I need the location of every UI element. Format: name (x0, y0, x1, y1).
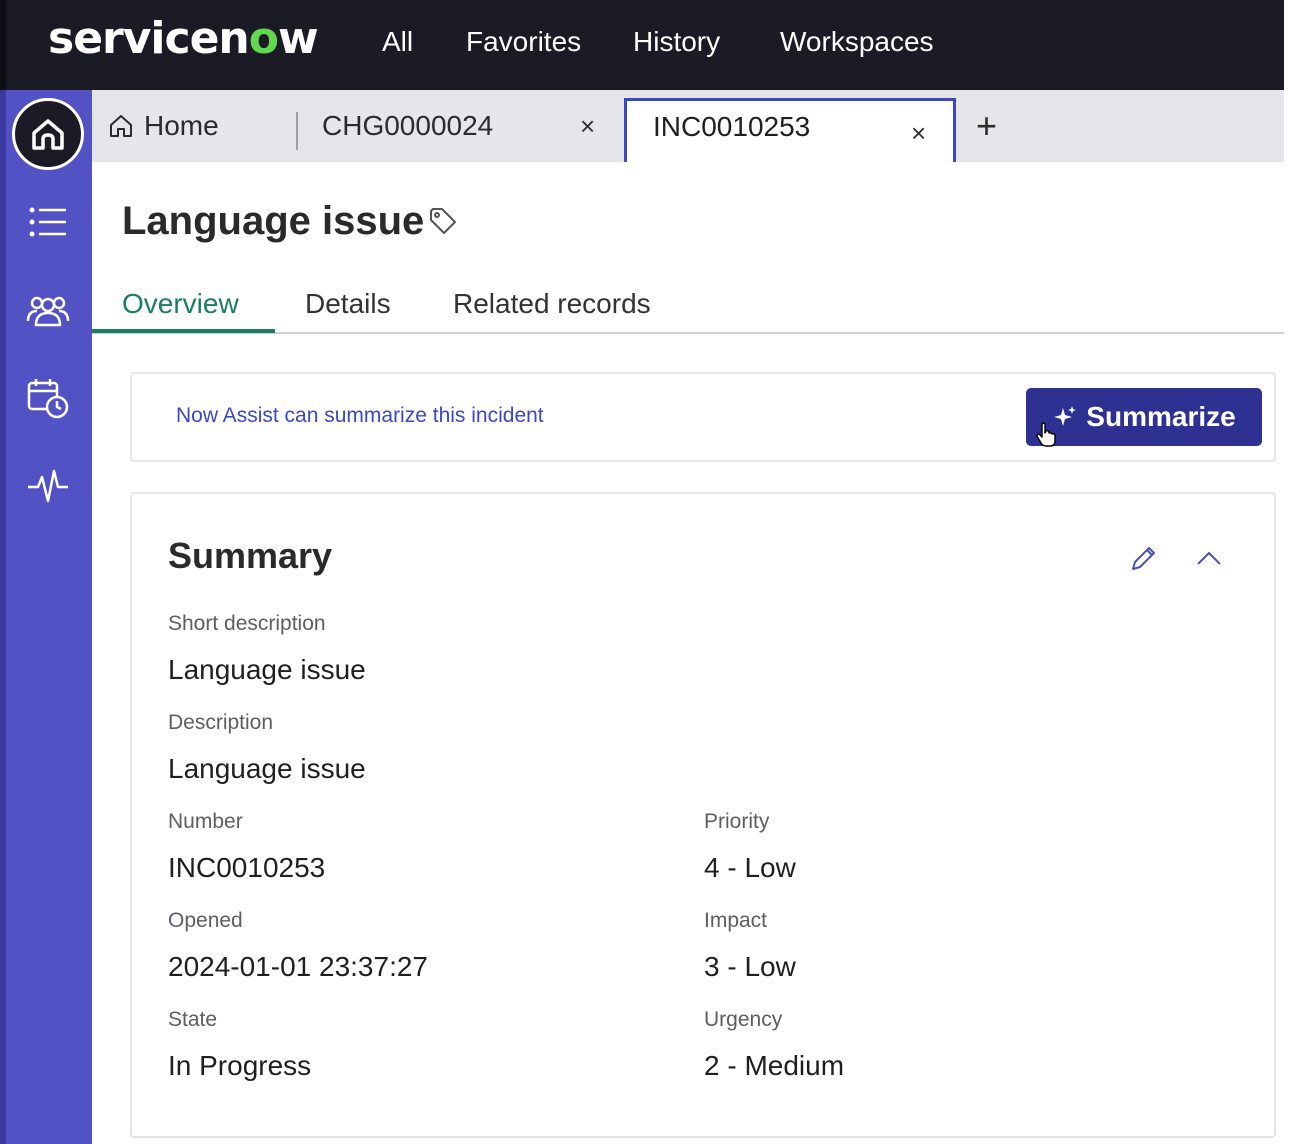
sidebar-list-button[interactable] (12, 186, 84, 258)
state-value: In Progress (168, 1050, 312, 1081)
summary-card: Summary Short description Language issue… (130, 492, 1276, 1138)
list-icon (29, 207, 66, 237)
nav-favorites[interactable]: Favorites (466, 26, 581, 58)
add-tab-button[interactable]: + (976, 108, 997, 144)
record-content: Language issue Overview Details Related … (92, 162, 1284, 1144)
tab-related-records[interactable]: Related records (453, 288, 651, 320)
close-icon[interactable]: × (911, 119, 926, 147)
number-label: Number (168, 810, 243, 833)
description-value: Language issue (168, 753, 366, 784)
record-tabs: Overview Details Related records (92, 274, 1284, 334)
tab-divider (296, 112, 298, 150)
urgency-value: 2 - Medium (704, 1050, 845, 1081)
urgency-label: Urgency (704, 1008, 783, 1031)
sidebar-groups-button[interactable] (12, 274, 84, 346)
nav-history[interactable]: History (633, 26, 720, 58)
now-assist-card: Now Assist can summarize this incident S… (130, 372, 1276, 462)
impact-value: 3 - Low (704, 951, 796, 982)
opened-label: Opened (168, 909, 243, 932)
top-navigation-bar: servicenow All Favorites History Workspa… (0, 0, 1284, 90)
close-icon[interactable]: × (580, 112, 595, 140)
page-title: Language issue (122, 199, 425, 243)
tab-inc0010253[interactable]: INC0010253 × (624, 98, 956, 162)
groups-icon (26, 296, 70, 327)
home-icon (110, 115, 132, 137)
pencil-icon[interactable] (1128, 544, 1158, 574)
activity-icon (28, 469, 68, 503)
sidebar-edge (0, 90, 6, 1144)
nav-all[interactable]: All (382, 26, 413, 58)
description-label: Description (168, 711, 274, 734)
now-assist-message: Now Assist can summarize this incident (176, 404, 544, 427)
short-description-label: Short description (168, 612, 326, 635)
calendar-clock-icon (27, 379, 69, 419)
window-right-edge (1284, 0, 1298, 1144)
state-label: State (168, 1008, 218, 1031)
summarize-button[interactable]: Summarize (1026, 388, 1262, 446)
tab-label: CHG0000024 (322, 110, 494, 141)
sidebar-schedule-button[interactable] (12, 362, 84, 434)
active-tab-indicator (92, 329, 275, 333)
short-description-value: Language issue (168, 654, 366, 685)
tab-home[interactable]: Home (108, 90, 298, 162)
summarize-button-label: Summarize (1086, 401, 1236, 432)
tab-chg0000024[interactable]: CHG0000024 (322, 90, 612, 162)
priority-value: 4 - Low (704, 852, 796, 883)
number-value: INC0010253 (168, 852, 326, 883)
tab-label: INC0010253 (653, 111, 811, 142)
tab-details[interactable]: Details (305, 288, 391, 320)
impact-label: Impact (704, 909, 768, 932)
summary-title: Summary (168, 535, 333, 576)
opened-value: 2024-01-01 23:37:27 (168, 951, 428, 982)
nav-workspaces[interactable]: Workspaces (780, 26, 934, 58)
chevron-up-icon[interactable] (1196, 550, 1222, 566)
tab-strip: Home CHG0000024 × INC0010253 × + (92, 90, 1284, 162)
priority-label: Priority (704, 810, 770, 833)
sidebar-activity-button[interactable] (12, 450, 84, 522)
tab-overview[interactable]: Overview (122, 288, 239, 320)
workspace-sidebar (0, 90, 92, 1144)
sidebar-home-button[interactable] (12, 98, 84, 170)
home-icon (32, 119, 64, 150)
tab-home-label: Home (144, 110, 219, 141)
window-edge (0, 0, 6, 90)
hand-cursor-icon (1036, 422, 1056, 447)
servicenow-logo[interactable]: servicenow (48, 14, 319, 64)
tag-icon[interactable] (428, 206, 458, 236)
